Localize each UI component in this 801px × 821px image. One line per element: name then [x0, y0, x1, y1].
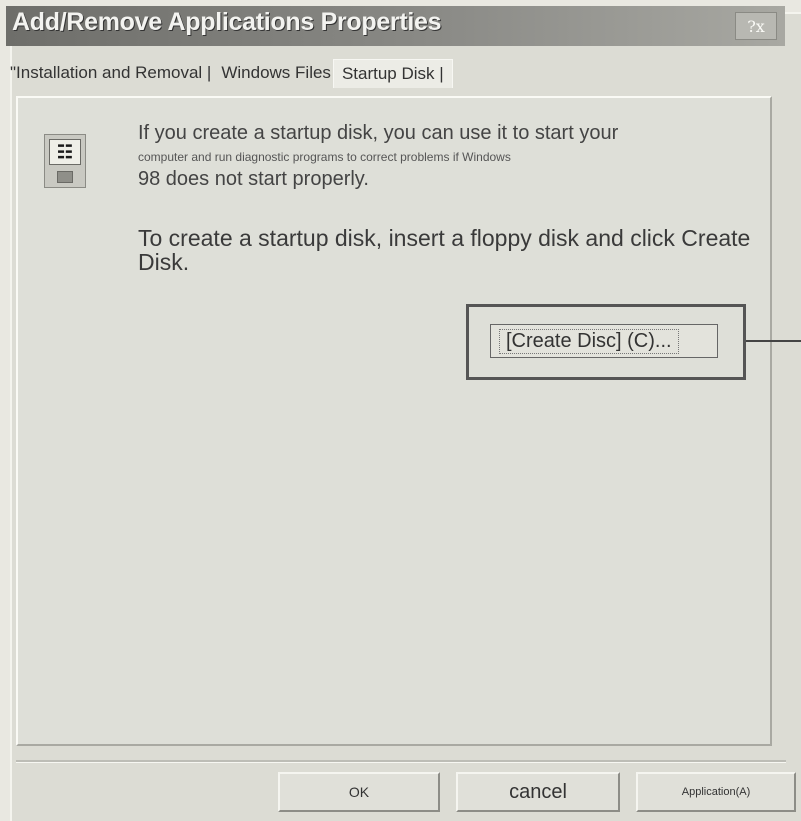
create-disk-label: [Create Disc] (C)... [499, 328, 679, 354]
instruction-text: To create a startup disk, insert a flopp… [138, 225, 751, 275]
tab-windows-files[interactable]: Windows Files [219, 59, 333, 87]
help-close-button[interactable]: ?x [735, 12, 777, 40]
cancel-button[interactable]: cancel [456, 772, 620, 812]
callout-line [746, 340, 801, 342]
disk-label-icon: ☷ [49, 139, 81, 165]
description-line-1: If you create a startup disk, you can us… [138, 122, 619, 144]
floppy-disk-icon: ☷ [44, 134, 86, 188]
create-disk-button[interactable]: [Create Disc] (C)... [490, 324, 718, 358]
tab-installation-removal[interactable]: "Installation and Removal | [8, 59, 213, 87]
tab-panel [16, 96, 772, 746]
description-line-2: computer and run diagnostic programs to … [138, 150, 511, 164]
ok-button[interactable]: OK [278, 772, 440, 812]
apply-button[interactable]: Application(A) [636, 772, 796, 812]
title-bar: Add/Remove Applications Properties ?x [6, 6, 785, 46]
description-line-3: 98 does not start properly. [138, 168, 369, 190]
footer-divider [16, 760, 786, 763]
tab-strip: "Installation and Removal | Windows File… [8, 58, 453, 88]
window-title: Add/Remove Applications Properties [12, 8, 442, 36]
disk-slot-icon [57, 171, 73, 183]
tab-startup-disk[interactable]: Startup Disk | [332, 58, 453, 88]
